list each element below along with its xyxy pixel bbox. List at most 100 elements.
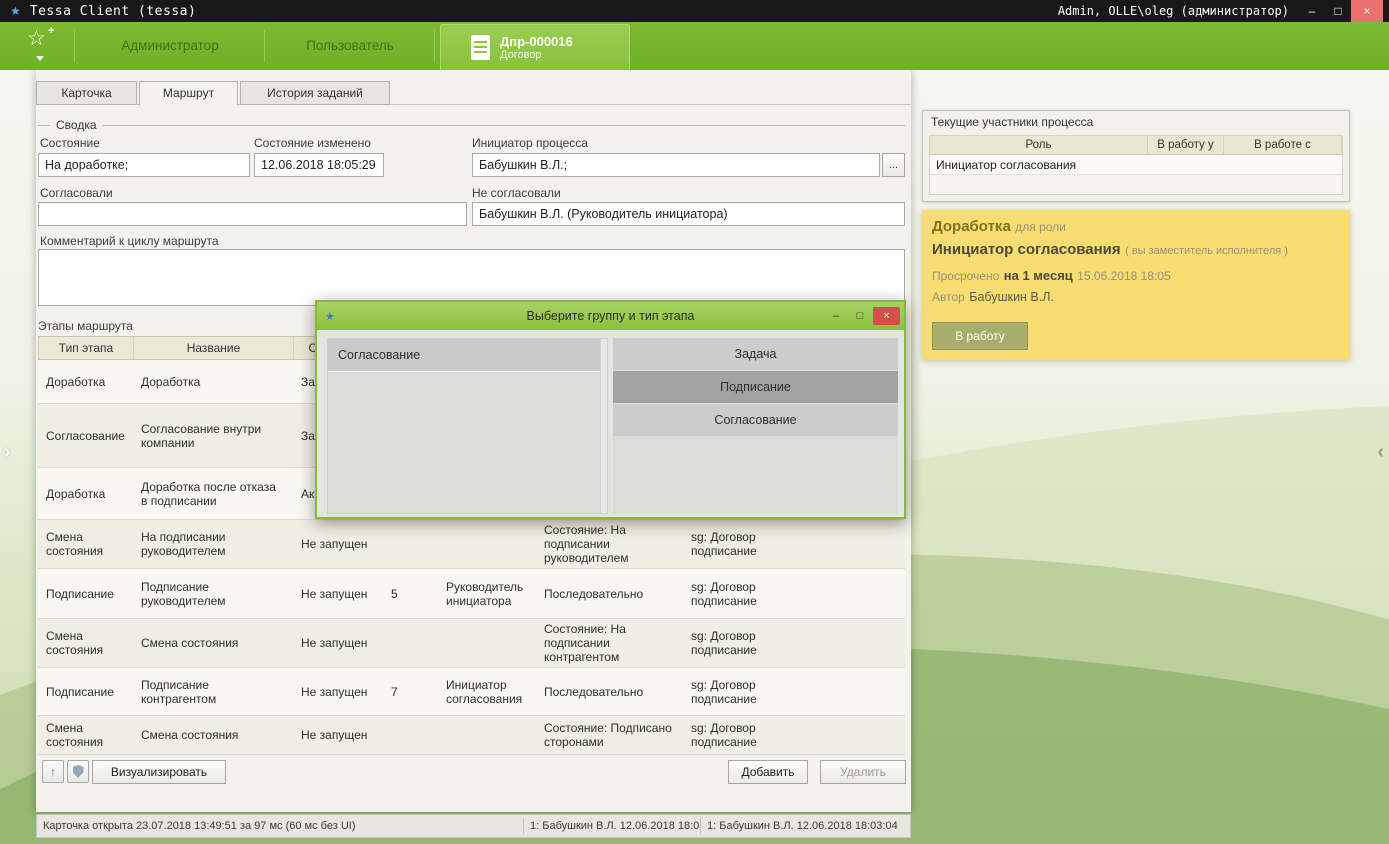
tab-task-history[interactable]: История заданий — [240, 81, 390, 105]
move-up-button[interactable]: ↑ — [42, 760, 64, 783]
right-panel-expander[interactable]: ‹ — [1377, 442, 1384, 462]
stage-type-list: Задача Подписание Согласование — [613, 338, 898, 514]
plus-icon: + — [48, 25, 54, 37]
maximize-button[interactable]: □ — [1325, 0, 1351, 22]
stage-row-5[interactable]: Подписание Подписание руководителем Не з… — [38, 569, 905, 619]
ribbon: ☆ + Администратор Пользователь Дпр-00001… — [0, 22, 1389, 70]
window-title: Tessa Client (tessa) — [30, 4, 197, 19]
stage-type: Подписание — [38, 584, 133, 604]
column-header-name[interactable]: Название — [134, 337, 294, 359]
dialog-minimize-button[interactable]: – — [825, 307, 847, 325]
overdue-date: 15.06.2018 18:05 — [1077, 269, 1170, 283]
stage-row-4[interactable]: Смена состояния На подписании руководите… — [38, 520, 905, 569]
overdue-label: Просрочено — [932, 269, 999, 283]
task-header-line: Доработка для роли — [932, 218, 1342, 236]
state-changed-input[interactable] — [254, 153, 384, 177]
participants-panel: Текущие участники процесса Роль В работу… — [922, 110, 1350, 202]
state-changed-label: Состояние изменено — [254, 136, 371, 150]
stage-role — [438, 640, 536, 646]
summary-legend: Сводка — [50, 118, 103, 132]
not-approved-input[interactable] — [472, 202, 905, 226]
stage-type: Смена состояния — [38, 718, 133, 752]
initiator-browse-button[interactable]: ... — [882, 153, 905, 177]
stage-type: Согласование — [38, 426, 133, 446]
comment-textarea[interactable] — [38, 249, 905, 306]
column-header-type[interactable]: Тип этапа — [39, 337, 134, 359]
task-role-line: Инициатор согласования ( вы заместитель … — [932, 241, 1342, 259]
ribbon-tab-administrator[interactable]: Администратор — [80, 22, 260, 70]
dialog-star-icon: ★ — [325, 310, 335, 323]
stage-group-list: Согласование — [327, 338, 608, 514]
stage-type-item-zadacha[interactable]: Задача — [613, 338, 898, 370]
author-name: Бабушкин В.Л. — [969, 290, 1054, 304]
task-deputy-note: ( вы заместитель исполнителя ) — [1125, 245, 1288, 257]
stage-type-item-podpisanie[interactable]: Подписание — [613, 371, 898, 403]
group-list-scrollbar[interactable] — [600, 339, 607, 513]
stage-type-item-soglasovanie[interactable]: Согласование — [613, 404, 898, 436]
stage-role: Руководитель инициатора — [438, 577, 536, 611]
shield-icon — [73, 765, 84, 778]
stage-state: Не запущен — [293, 725, 383, 745]
stage-filler — [793, 640, 905, 646]
participant-row[interactable]: Инициатор согласования — [930, 155, 1342, 175]
status-info-2: 1: Бабушкин В.Л. 12.06.2018 18:03:04 — [701, 820, 910, 832]
stage-filler — [793, 591, 905, 597]
stage-type: Смена состояния — [38, 527, 133, 561]
stage-group: sg: Договор подписание — [683, 718, 793, 752]
visualize-button[interactable]: Визуализировать — [92, 760, 226, 784]
document-type: Договор — [500, 49, 573, 61]
state-label: Состояние — [40, 136, 100, 150]
remove-stage-button[interactable]: Удалить — [820, 760, 906, 784]
tab-route[interactable]: Маршрут — [139, 81, 238, 106]
column-header-role[interactable]: Роль — [930, 136, 1148, 154]
dialog-maximize-button[interactable]: □ — [849, 307, 871, 325]
state-input[interactable] — [38, 153, 250, 177]
column-header-assigned[interactable]: В работу у — [1148, 136, 1224, 154]
stage-name: На подписании руководителем — [133, 527, 293, 561]
ribbon-separator — [434, 30, 435, 62]
minimize-button[interactable]: – — [1299, 0, 1325, 22]
initiator-input[interactable] — [472, 153, 880, 177]
stage-state: Не запущен — [293, 682, 383, 702]
permissions-button[interactable] — [67, 760, 89, 783]
stage-state: Не запущен — [293, 633, 383, 653]
ribbon-tab-user[interactable]: Пользователь — [272, 22, 428, 70]
stage-filler — [793, 689, 905, 695]
task-overdue-line: Просрочено на 1 месяц 15.06.2018 18:05 — [932, 267, 1342, 285]
new-card-button[interactable]: ☆ + — [18, 24, 66, 68]
stages-title: Этапы маршрута — [38, 319, 133, 333]
stage-type: Смена состояния — [38, 626, 133, 660]
stage-type: Доработка — [38, 484, 133, 504]
app-logo-icon: ★ — [10, 4, 21, 18]
left-panel-expander[interactable]: › — [4, 442, 11, 462]
tab-card[interactable]: Карточка — [36, 81, 137, 105]
stage-num — [383, 541, 438, 547]
approved-input[interactable] — [38, 202, 467, 226]
chevron-left-icon: ‹ — [1377, 441, 1384, 463]
stage-num — [383, 732, 438, 738]
status-info-1: 1: Бабушкин В.Л. 12.06.2018 18:03:04 — [524, 820, 700, 832]
stage-group-item-soglasovanie[interactable]: Согласование — [328, 339, 607, 372]
dialog-close-button[interactable]: × — [873, 307, 900, 325]
stage-num: 5 — [383, 584, 438, 604]
ribbon-tab-document-active[interactable]: Дпр-000016 Договор — [440, 24, 630, 70]
add-stage-button[interactable]: Добавить — [728, 760, 808, 784]
stage-filler — [793, 732, 905, 738]
stage-row-7[interactable]: Подписание Подписание контрагентом Не за… — [38, 668, 905, 716]
stage-row-8[interactable]: Смена состояния Смена состояния Не запущ… — [38, 716, 905, 755]
stage-mode: Последовательно — [536, 682, 683, 702]
stage-mode: Состояние: На подписании руководителем — [536, 520, 683, 568]
stage-row-6[interactable]: Смена состояния Смена состояния Не запущ… — [38, 619, 905, 668]
close-button[interactable]: × — [1351, 0, 1383, 22]
stage-num: 7 — [383, 682, 438, 702]
stage-group: sg: Договор подписание — [683, 527, 793, 561]
column-header-inwork[interactable]: В работе с — [1224, 136, 1342, 154]
overdue-value: на 1 месяц — [1004, 268, 1073, 283]
stage-num — [383, 640, 438, 646]
comment-label: Комментарий к циклу маршрута — [40, 234, 219, 248]
stage-mode: Состояние: Подписано сторонами — [536, 718, 683, 752]
take-to-work-button[interactable]: В работу — [932, 322, 1028, 350]
stage-name: Подписание контрагентом — [133, 675, 293, 709]
status-bar: Карточка открыта 23.07.2018 13:49:51 за … — [36, 814, 911, 838]
task-author-line: Автор Бабушкин В.Л. — [932, 288, 1342, 306]
